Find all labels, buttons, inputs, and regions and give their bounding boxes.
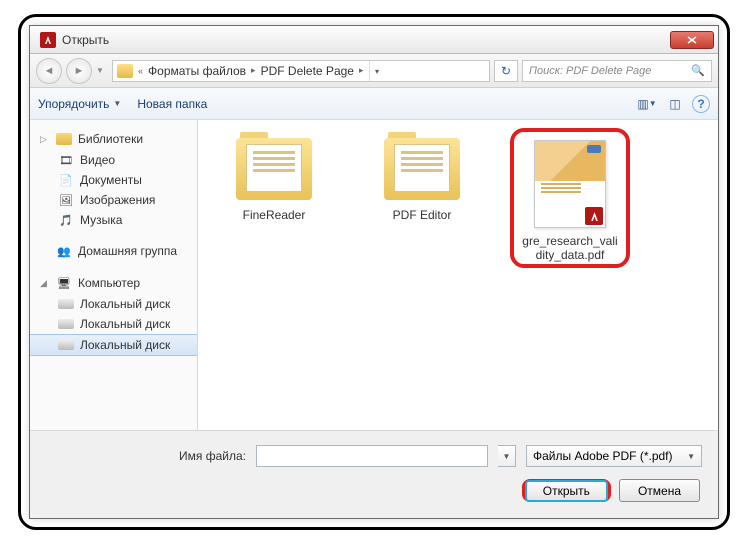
cancel-button[interactable]: Отмена — [619, 479, 700, 502]
sidebar-item-video[interactable]: 🎞Видео — [30, 150, 197, 170]
pdf-thumbnail-icon — [534, 140, 606, 228]
disk-icon — [58, 319, 74, 329]
navigation-pane: ▷Библиотеки 🎞Видео 📄Документы 🖼Изображен… — [30, 120, 198, 430]
preview-pane-button[interactable]: ◫ — [664, 94, 686, 114]
open-file-dialog: Открыть ◄ ► ▼ « Форматы файлов ▸ PDF Del… — [29, 25, 719, 519]
dialog-footer: Имя файла: ▼ Файлы Adobe PDF (*.pdf) ▼ О… — [30, 430, 718, 518]
breadcrumb-segment[interactable]: PDF Delete Page — [261, 64, 354, 78]
close-button[interactable] — [670, 31, 714, 49]
search-placeholder: Поиск: PDF Delete Page — [529, 65, 651, 77]
back-button[interactable]: ◄ — [36, 58, 62, 84]
sidebar-item-pictures[interactable]: 🖼Изображения — [30, 190, 197, 210]
sidebar-item-disk-selected[interactable]: Локальный диск — [30, 334, 197, 356]
refresh-button[interactable]: ↻ — [494, 60, 518, 82]
annotation-frame: Открыть ◄ ► ▼ « Форматы файлов ▸ PDF Del… — [18, 14, 730, 530]
forward-button[interactable]: ► — [66, 58, 92, 84]
folder-item[interactable]: FineReader — [214, 138, 334, 222]
adobe-badge-icon — [585, 207, 603, 225]
organize-menu[interactable]: Упорядочить ▼ — [38, 97, 121, 111]
chevron-right-icon: ▸ — [356, 65, 367, 76]
folder-item[interactable]: PDF Editor — [362, 138, 482, 222]
help-button[interactable]: ? — [692, 95, 710, 113]
item-label: PDF Editor — [362, 208, 482, 222]
filename-label: Имя файла: — [46, 449, 246, 463]
filename-input[interactable] — [256, 445, 488, 467]
sidebar-item-computer[interactable]: ◢🖥Компьютер — [30, 272, 197, 294]
filename-dropdown[interactable]: ▼ — [498, 445, 516, 467]
sidebar-item-disk[interactable]: Локальный диск — [30, 314, 197, 334]
open-button[interactable]: Открыть — [522, 479, 611, 502]
folder-icon — [236, 138, 312, 200]
sidebar-item-documents[interactable]: 📄Документы — [30, 170, 197, 190]
homegroup-icon: 👥 — [56, 244, 72, 258]
disk-icon — [58, 340, 74, 350]
documents-icon: 📄 — [58, 173, 74, 187]
breadcrumb-dropdown[interactable]: ▾ — [369, 61, 385, 81]
music-icon: 🎵 — [58, 213, 74, 227]
video-icon: 🎞 — [58, 153, 74, 167]
pictures-icon: 🖼 — [58, 193, 74, 207]
sidebar-item-libraries[interactable]: ▷Библиотеки — [30, 128, 197, 150]
nav-bar: ◄ ► ▼ « Форматы файлов ▸ PDF Delete Page… — [30, 54, 718, 88]
disk-icon — [58, 299, 74, 309]
folder-icon — [117, 64, 133, 78]
toolbar: Упорядочить ▼ Новая папка ▥ ▼ ◫ ? — [30, 88, 718, 120]
chevron-down-icon: ▼ — [687, 452, 695, 461]
item-label: gre_research_validity_data.pdf — [520, 234, 620, 262]
filetype-select[interactable]: Файлы Adobe PDF (*.pdf) ▼ — [526, 445, 702, 467]
sidebar-item-disk[interactable]: Локальный диск — [30, 294, 197, 314]
computer-icon: 🖥 — [56, 276, 72, 290]
file-item-highlighted[interactable]: gre_research_validity_data.pdf — [510, 128, 630, 268]
chevron-down-icon: ▼ — [113, 99, 121, 108]
new-folder-button[interactable]: Новая папка — [137, 97, 207, 111]
file-list[interactable]: FineReader PDF Editor gre_research_valid… — [198, 120, 718, 430]
history-dropdown[interactable]: ▼ — [96, 66, 108, 75]
view-options-button[interactable]: ▥ ▼ — [636, 94, 658, 114]
sidebar-item-music[interactable]: 🎵Музыка — [30, 210, 197, 230]
libraries-icon — [56, 133, 72, 145]
item-label: FineReader — [214, 208, 334, 222]
dialog-body: ▷Библиотеки 🎞Видео 📄Документы 🖼Изображен… — [30, 120, 718, 430]
sidebar-item-homegroup[interactable]: 👥Домашняя группа — [30, 240, 197, 262]
search-input[interactable]: Поиск: PDF Delete Page 🔍 — [522, 60, 712, 82]
breadcrumb-segment[interactable]: Форматы файлов — [148, 64, 246, 78]
search-icon: 🔍 — [691, 64, 705, 77]
title-bar: Открыть — [30, 26, 718, 54]
window-title: Открыть — [62, 33, 109, 47]
adobe-icon — [40, 32, 56, 48]
address-bar[interactable]: « Форматы файлов ▸ PDF Delete Page ▸ ▾ — [112, 60, 490, 82]
folder-icon — [384, 138, 460, 200]
chevron-left-icon: « — [135, 66, 146, 76]
chevron-right-icon: ▸ — [248, 65, 259, 76]
